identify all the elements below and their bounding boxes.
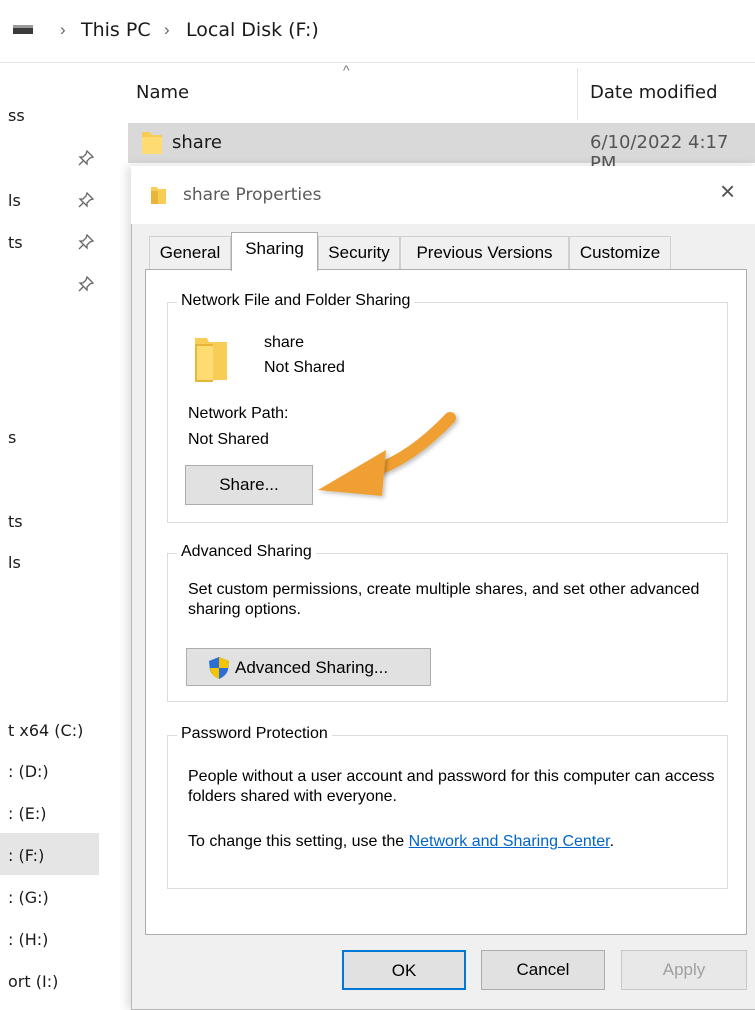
nav-item-drive-h[interactable]: : (H:): [8, 930, 48, 949]
ok-button[interactable]: OK: [342, 950, 466, 990]
network-path-value: Not Shared: [188, 431, 269, 448]
nav-item-drive-f[interactable]: : (F:): [8, 846, 44, 865]
setting-prefix: To change this setting, use the: [188, 833, 409, 850]
folder-icon: [150, 184, 168, 211]
tab-security[interactable]: Security: [318, 236, 400, 269]
file-name[interactable]: share: [172, 132, 222, 153]
password-protection-description: People without a user account and passwo…: [188, 768, 715, 805]
nav-item[interactable]: ss: [8, 106, 25, 125]
advanced-sharing-button[interactable]: Advanced Sharing...: [186, 648, 431, 686]
pin-icon[interactable]: [78, 275, 95, 295]
network-path-label: Network Path:: [188, 405, 289, 422]
breadcrumb-this-pc[interactable]: This PC: [81, 19, 151, 41]
column-divider[interactable]: [577, 68, 578, 120]
shared-folder-name: share: [264, 334, 305, 351]
tab-previous-versions[interactable]: Previous Versions: [400, 236, 569, 269]
nav-item[interactable]: ts: [8, 512, 23, 531]
tab-customize[interactable]: Customize: [569, 236, 671, 269]
password-protection-legend: Password Protection: [177, 725, 332, 743]
nav-item-drive-i[interactable]: ort (I:): [8, 972, 58, 991]
nav-item[interactable]: s: [8, 428, 16, 447]
shared-status: Not Shared: [264, 359, 345, 376]
close-icon[interactable]: ×: [720, 176, 735, 207]
nav-item[interactable]: ls: [8, 553, 21, 572]
breadcrumb-local-disk[interactable]: Local Disk (F:): [186, 19, 319, 41]
advanced-sharing-description: Set custom permissions, create multiple …: [188, 581, 700, 618]
chevron-right-icon: ›: [164, 20, 170, 39]
nav-item-drive-c[interactable]: t x64 (C:): [8, 721, 83, 740]
password-protection-group: [167, 735, 728, 889]
nav-item[interactable]: ls: [8, 191, 21, 210]
nav-item[interactable]: ts: [8, 233, 23, 252]
address-bar[interactable]: › This PC › Local Disk (F:): [0, 0, 755, 63]
share-button[interactable]: Share...: [185, 465, 313, 505]
sort-up-icon: ^: [343, 62, 350, 78]
arrow-annotation: [318, 412, 456, 496]
column-header-date[interactable]: Date modified: [590, 82, 718, 103]
nav-item-drive-d[interactable]: : (D:): [8, 762, 49, 781]
folder-icon: [193, 334, 229, 389]
drive-icon: [12, 23, 34, 41]
cancel-button[interactable]: Cancel: [481, 950, 605, 990]
tab-general[interactable]: General: [149, 236, 231, 269]
shield-icon: [207, 656, 231, 685]
password-setting-text: To change this setting, use the Network …: [188, 833, 614, 851]
tab-sharing[interactable]: Sharing: [231, 232, 318, 271]
pin-icon[interactable]: [78, 233, 95, 253]
nav-item-drive-g[interactable]: : (G:): [8, 888, 49, 907]
network-sharing-center-link[interactable]: Network and Sharing Center: [409, 833, 610, 850]
nav-item-drive-e[interactable]: : (E:): [8, 804, 46, 823]
apply-button[interactable]: Apply: [621, 950, 747, 990]
dialog-title: share Properties: [183, 185, 322, 205]
column-header-name[interactable]: Name: [136, 82, 189, 103]
pin-icon[interactable]: [78, 191, 95, 211]
network-sharing-legend: Network File and Folder Sharing: [177, 292, 415, 310]
setting-suffix: .: [609, 833, 615, 850]
pin-icon[interactable]: [78, 149, 95, 169]
advanced-sharing-legend: Advanced Sharing: [177, 543, 316, 561]
folder-icon: [140, 128, 164, 161]
advanced-sharing-button-label: Advanced Sharing...: [235, 658, 389, 677]
chevron-right-icon: ›: [60, 20, 66, 39]
